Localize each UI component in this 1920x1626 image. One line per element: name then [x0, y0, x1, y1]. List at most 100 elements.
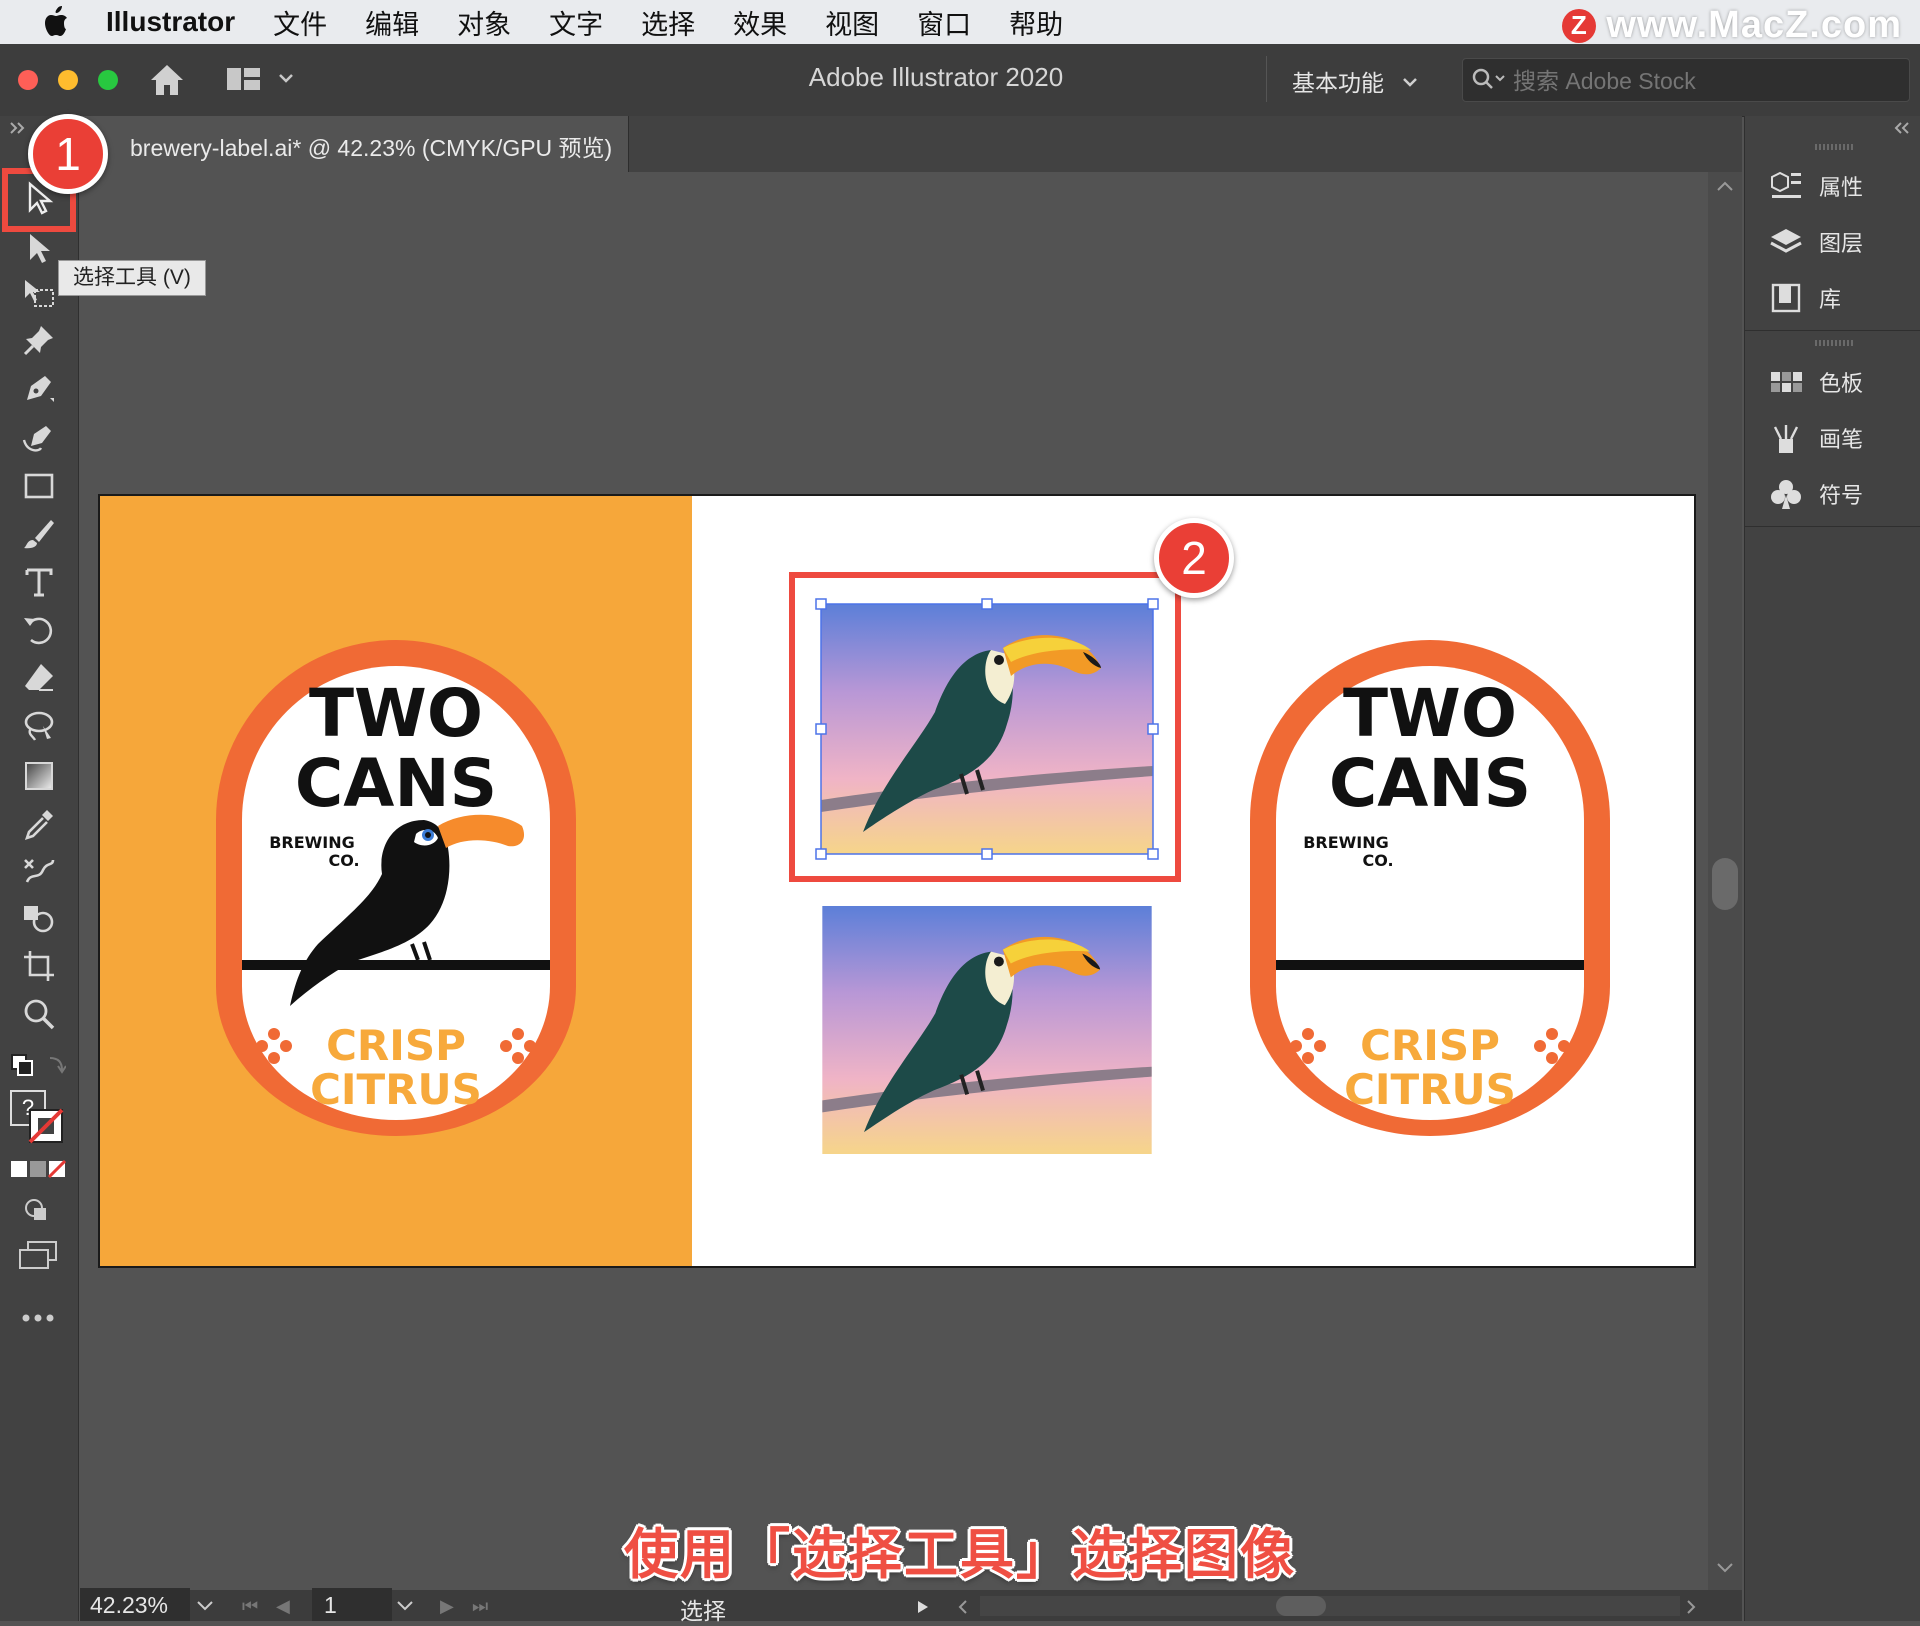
divider [1266, 56, 1267, 102]
zoom-chevron-icon[interactable] [196, 1600, 214, 1612]
panel-symbols[interactable]: 符号 [1769, 472, 1919, 516]
first-artboard-icon[interactable]: ⏮ [242, 1596, 258, 1617]
document-tab[interactable]: brewery-label.ai* @ 42.23% (CMYK/GPU 预览) [80, 116, 629, 172]
direct-selection-icon [30, 234, 50, 263]
draw-mode-icon[interactable] [22, 1196, 54, 1224]
blend-tool[interactable] [14, 850, 64, 890]
stock-search[interactable] [1462, 58, 1910, 102]
toucan-photo[interactable] [822, 906, 1152, 1154]
panel-brushes[interactable]: 画笔 [1769, 416, 1919, 460]
panel-libraries[interactable]: 库 [1769, 276, 1919, 320]
scroll-left-icon[interactable] [956, 1599, 970, 1615]
brushes-icon [1773, 425, 1799, 453]
type-icon [25, 568, 53, 597]
scroll-right-icon[interactable] [1684, 1599, 1698, 1615]
symbols-icon [1771, 480, 1801, 509]
swap-fill-stroke-icon[interactable] [10, 1052, 66, 1080]
label-right-crisp: CRISP [1360, 1021, 1500, 1070]
pen-icon [27, 376, 54, 402]
rotate-icon [24, 617, 53, 645]
panel-dock: 属性 图层 库 色板 画笔 符号 [1744, 116, 1920, 1621]
artboard-icon [25, 280, 54, 307]
panel-divider [1745, 330, 1920, 331]
workspace-label: 基本功能 [1292, 70, 1384, 96]
swatches-icon [1771, 372, 1802, 392]
shape-builder-tool[interactable] [14, 898, 64, 938]
label-left[interactable]: TWO CANS BREWING CO. CRISP CITRUS [202, 626, 590, 1138]
crop-icon [24, 951, 54, 981]
panel-swatches[interactable]: 色板 [1769, 360, 1919, 404]
app-menu[interactable]: Illustrator [106, 6, 235, 38]
horizontal-scrollbar[interactable] [980, 1596, 1680, 1616]
application-bar: Adobe Illustrator 2020 基本功能 [0, 44, 1920, 117]
status-menu-icon[interactable] [916, 1599, 930, 1615]
panel-swatches-label: 色板 [1819, 371, 1864, 396]
direct-selection-tool[interactable] [14, 228, 64, 268]
shape-builder-icon [24, 906, 54, 933]
eraser-tool[interactable] [14, 658, 64, 698]
panel-layers[interactable]: 图层 [1769, 220, 1919, 264]
gradient-tool[interactable] [14, 756, 64, 796]
stroke-none-icon[interactable] [28, 1108, 64, 1144]
vertical-scrollbar[interactable] [1708, 172, 1742, 1592]
panel-grip-2[interactable] [1815, 340, 1855, 346]
panel-divider-2 [1745, 526, 1920, 527]
workspace-chevron-icon[interactable] [1402, 76, 1418, 88]
horizontal-scroll-thumb[interactable] [1276, 1596, 1326, 1616]
zoom-tool[interactable] [14, 994, 64, 1034]
layers-icon [1770, 229, 1802, 253]
label-left-two: TWO [309, 675, 483, 752]
artboard-chevron-icon[interactable] [396, 1600, 414, 1612]
menu-help[interactable]: 帮助 [1009, 3, 1063, 42]
properties-icon [1771, 171, 1801, 198]
libraries-icon [1771, 283, 1801, 313]
crop-tool[interactable] [14, 946, 64, 986]
curvature-tool[interactable] [14, 416, 64, 456]
menu-edit[interactable]: 编辑 [365, 3, 419, 42]
scroll-up-icon[interactable] [1716, 180, 1734, 192]
status-bar: 42.23% ⏮ ◀ 1 ▶ ⏭ 选择 [80, 1588, 1742, 1624]
zoom-level[interactable]: 42.23% [80, 1588, 190, 1621]
panel-grip[interactable] [1815, 144, 1855, 150]
workspace-switcher[interactable]: 基本功能 [1292, 64, 1384, 98]
curvature-icon [22, 426, 51, 452]
pin-tool[interactable] [14, 320, 64, 360]
menu-window[interactable]: 窗口 [917, 3, 971, 42]
type-tool[interactable] [14, 562, 64, 602]
collapse-panel-icon[interactable] [8, 120, 28, 136]
lasso-tool[interactable] [14, 706, 64, 746]
label-right[interactable]: TWO CANS BREWING CO. CRISP CITRUS [1236, 626, 1624, 1138]
rectangle-tool[interactable] [14, 466, 64, 506]
menu-bar: Illustrator 文件 编辑 对象 文字 选择 效果 视图 窗口 帮助 Z… [0, 0, 1920, 46]
fill-stroke-indicator[interactable]: ? [10, 1090, 66, 1146]
pen-tool[interactable] [14, 368, 64, 408]
collapse-dock-icon[interactable] [1893, 120, 1913, 136]
label-left-crisp: CRISP [326, 1021, 466, 1070]
menu-select[interactable]: 选择 [641, 3, 695, 42]
next-artboard-icon[interactable]: ▶ [440, 1596, 454, 1617]
search-input[interactable] [1511, 65, 1895, 97]
more-tools-icon[interactable] [20, 1312, 56, 1324]
label-right-brewing: BREWING [1303, 833, 1389, 852]
last-artboard-icon[interactable]: ⏭ [472, 1596, 488, 1617]
menu-view[interactable]: 视图 [825, 3, 879, 42]
screen-mode-icon[interactable] [18, 1240, 58, 1270]
menu-file[interactable]: 文件 [273, 3, 327, 42]
menu-object[interactable]: 对象 [457, 3, 511, 42]
rotate-tool[interactable] [14, 610, 64, 650]
menu-effect[interactable]: 效果 [733, 3, 787, 42]
scroll-thumb[interactable] [1712, 858, 1738, 910]
tool-tooltip: 选择工具 (V) [58, 260, 206, 296]
artboard-number[interactable]: 1 [312, 1588, 392, 1621]
panel-properties[interactable]: 属性 [1769, 164, 1919, 208]
previous-artboard-icon[interactable]: ◀ [276, 1596, 290, 1617]
paintbrush-tool[interactable] [14, 514, 64, 554]
artboard-tool[interactable] [14, 274, 64, 314]
apple-icon[interactable] [40, 5, 70, 39]
menu-type[interactable]: 文字 [549, 3, 603, 42]
color-mode-icons[interactable] [10, 1160, 66, 1178]
eraser-icon [25, 664, 53, 691]
panel-layers-label: 图层 [1819, 231, 1864, 256]
label-left-co: CO. [328, 851, 359, 870]
eyedropper-tool[interactable] [14, 804, 64, 844]
